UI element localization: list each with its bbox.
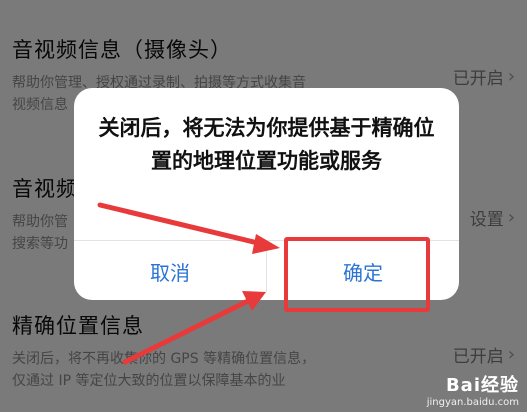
watermark-url: jingyan.baidu.com [426,397,519,408]
arrow-head [252,234,280,254]
baidu-jingyan-watermark: Bai经验 jingyan.baidu.com [427,371,519,408]
arrow-to-divider [97,202,265,247]
arrow-to-cancel-area [122,297,253,365]
annotation-arrows [97,202,280,365]
watermark-logo: Bai经验 [445,375,519,396]
